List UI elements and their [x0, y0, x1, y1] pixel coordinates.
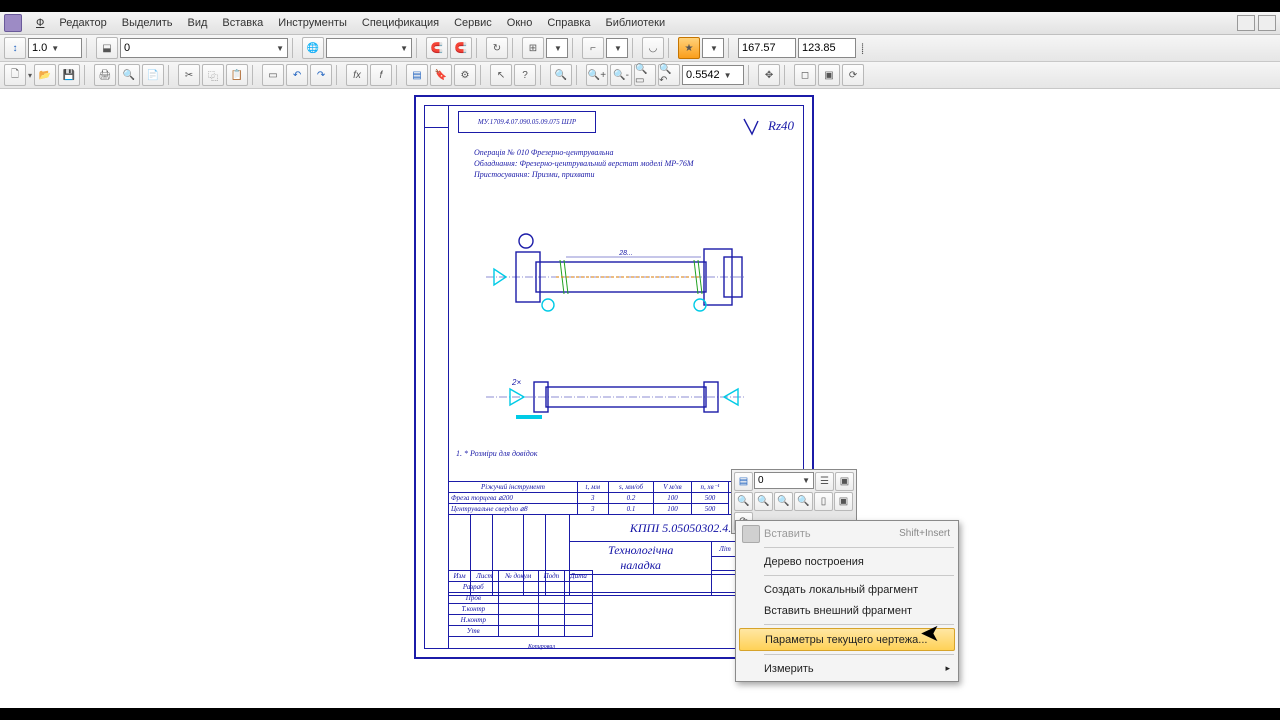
paste-icon[interactable]: 📋	[226, 64, 248, 86]
magnet-off-icon[interactable]: 🧲	[426, 37, 448, 59]
ctx-drawing-params[interactable]: Параметры текущего чертежа...	[739, 628, 955, 651]
views-icon[interactable]: ▣	[834, 492, 853, 511]
coord-y[interactable]: 123.85	[798, 38, 856, 58]
arrow-up-down-icon[interactable]: ↕	[4, 37, 26, 59]
grid-icon[interactable]: ⊞	[522, 37, 544, 59]
new-icon[interactable]: 🗋	[4, 64, 26, 86]
cursor-icon[interactable]: ↖	[490, 64, 512, 86]
zoom1-icon[interactable]: 🔍	[734, 492, 753, 511]
dock-icon[interactable]: ⸽	[858, 38, 867, 58]
menu-insert[interactable]: Вставка	[215, 14, 270, 32]
scale-combo[interactable]: 1.0▼	[28, 38, 82, 58]
snap-dd[interactable]: ▼	[702, 38, 724, 58]
doc-icon[interactable]: ▯	[814, 492, 833, 511]
magnet-on-icon[interactable]: 🧲	[450, 37, 472, 59]
zoom-fit-icon[interactable]: 🔍	[550, 64, 572, 86]
mgr-icon[interactable]: ⚙	[454, 64, 476, 86]
layers-mini-icon[interactable]: ▤	[734, 472, 753, 491]
view-fit-icon[interactable]: ◻	[794, 64, 816, 86]
undo-icon[interactable]: ↶	[286, 64, 308, 86]
hatch-icon[interactable]: ⬓	[96, 37, 118, 59]
zoom3-icon[interactable]: 🔍	[774, 492, 793, 511]
svg-text:28...: 28...	[618, 250, 633, 257]
bookmarks-icon[interactable]: 🔖	[430, 64, 452, 86]
shaft-view-1: 28...	[476, 227, 756, 327]
view-all-icon[interactable]: ▣	[818, 64, 840, 86]
zoom-window-icon[interactable]: 🔍▭	[634, 64, 656, 86]
ctx-external-fragment[interactable]: Вставить внешний фрагмент	[738, 600, 956, 621]
context-menu: ВставитьShift+Insert Дерево построения С…	[735, 520, 959, 682]
drawing-number: МУ.1709.4.07.090.05.09.075 ШЈР	[458, 111, 596, 133]
menu-select[interactable]: Выделить	[115, 14, 180, 32]
float-props-icon[interactable]: ☰	[815, 472, 834, 491]
app-icon	[4, 14, 22, 32]
float-layer-combo[interactable]: 0▼	[754, 472, 814, 489]
zoom-combo[interactable]: 0.5542▼	[682, 65, 744, 85]
rounding-icon[interactable]: ◡	[642, 37, 664, 59]
ctx-measure[interactable]: Измерить▸	[738, 658, 956, 679]
select-icon[interactable]: ▭	[262, 64, 284, 86]
ortho-dd[interactable]: ▼	[606, 38, 628, 58]
copy-icon[interactable]: ⿻	[202, 64, 224, 86]
print-icon[interactable]: 🖨	[94, 64, 116, 86]
zoom-out-icon[interactable]: 🔍-	[610, 64, 632, 86]
zoom-prev-icon[interactable]: 🔍↶	[658, 64, 680, 86]
save-icon[interactable]: 💾	[58, 64, 80, 86]
toolbar-standard: 🗋 ▾ 📂 💾 🖨 🔍 📄 ✂ ⿻ 📋 ▭ ↶ ↷ fx 𝑓 ▤ 🔖 ⚙ ↖ ?…	[0, 62, 1280, 89]
menu-service[interactable]: Сервис	[447, 14, 499, 32]
menu-help[interactable]: Справка	[540, 14, 597, 32]
drawing-canvas[interactable]: МУ.1709.4.07.090.05.09.075 ШЈР Rz40 Опер…	[0, 89, 1280, 708]
zoom-in-icon[interactable]: 🔍+	[586, 64, 608, 86]
ctx-tree[interactable]: Дерево построения	[738, 551, 956, 572]
grid-dd[interactable]: ▼	[546, 38, 568, 58]
menu-window[interactable]: Окно	[500, 14, 540, 32]
layer-combo[interactable]: 0▼	[120, 38, 288, 58]
refresh-icon[interactable]: ↻	[486, 37, 508, 59]
shaft-view-2: 2×	[476, 367, 756, 427]
pan-icon[interactable]: ✥	[758, 64, 780, 86]
roughness-symbol: Rz40	[742, 117, 794, 137]
zoom2-icon[interactable]: 🔍	[754, 492, 773, 511]
open-icon[interactable]: 📂	[34, 64, 56, 86]
window-minimize[interactable]	[1237, 15, 1255, 31]
spec-icon[interactable]: 📄	[142, 64, 164, 86]
ortho-icon[interactable]: ⌐	[582, 37, 604, 59]
menu-tools[interactable]: Инструменты	[271, 14, 354, 32]
menu-view[interactable]: Вид	[180, 14, 214, 32]
menu-file[interactable]: ФФайл	[29, 14, 51, 32]
window-restore[interactable]	[1258, 15, 1276, 31]
cut-icon[interactable]: ✂	[178, 64, 200, 86]
redraw-icon[interactable]: ⟳	[842, 64, 864, 86]
float-close-icon[interactable]: ▣	[835, 472, 854, 491]
ctx-paste: ВставитьShift+Insert	[738, 523, 956, 544]
menu-edit[interactable]: Редактор	[52, 14, 113, 32]
layers-icon[interactable]: ▤	[406, 64, 428, 86]
preview-icon[interactable]: 🔍	[118, 64, 140, 86]
toolbar-properties: ↕ 1.0▼ ⬓ 0▼ 🌐 ▼ 🧲 🧲 ↻ ⊞ ▼ ⌐ ▼ ◡ ★ ▼ 167.…	[0, 35, 1280, 62]
globe-icon[interactable]: 🌐	[302, 37, 324, 59]
snap-icon[interactable]: ★	[678, 37, 700, 59]
help-icon[interactable]: ?	[514, 64, 536, 86]
vars-icon[interactable]: 𝑓	[370, 64, 392, 86]
redo-icon[interactable]: ↷	[310, 64, 332, 86]
paste-icon	[742, 525, 760, 543]
svg-text:2×: 2×	[511, 378, 521, 387]
coord-x[interactable]: 167.57	[738, 38, 796, 58]
style-combo[interactable]: ▼	[326, 38, 412, 58]
zoom4-icon[interactable]: 🔍	[794, 492, 813, 511]
menu-libs[interactable]: Библиотеки	[599, 14, 673, 32]
menu-spec[interactable]: Спецификация	[355, 14, 446, 32]
fx-icon[interactable]: fx	[346, 64, 368, 86]
operation-text: Операція № 010 Фрезерно-центрувальна Обл…	[474, 147, 693, 180]
ctx-local-fragment[interactable]: Создать локальный фрагмент	[738, 579, 956, 600]
note-ref: 1. * Розміри для довідок	[456, 449, 538, 458]
